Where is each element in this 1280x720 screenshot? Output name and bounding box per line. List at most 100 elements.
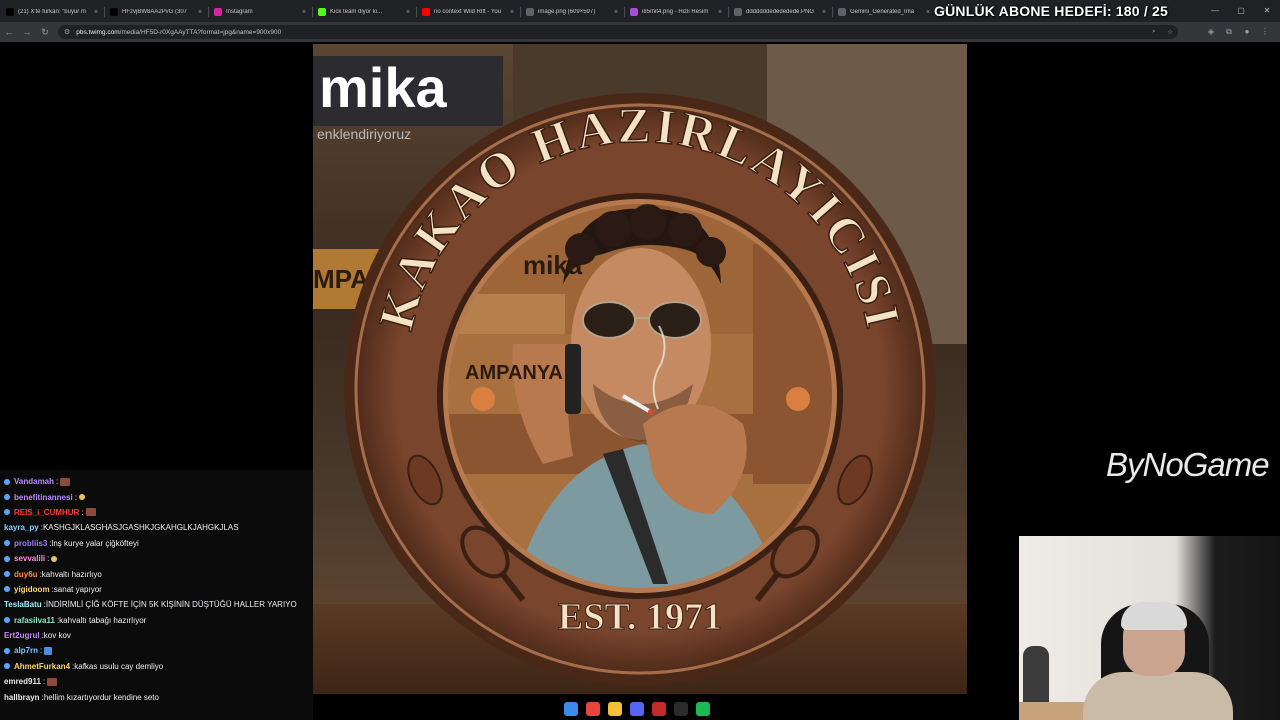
chrome-icon[interactable] (586, 702, 600, 716)
chat-username[interactable]: rafasilva11 (14, 616, 55, 625)
kick-icon (318, 8, 326, 16)
subscriber-badge-icon (4, 617, 10, 624)
site-info-icon[interactable]: ⚙ (64, 28, 70, 36)
orange-icon (471, 387, 495, 411)
browser-tab[interactable]: image.png (609×597) × (520, 2, 624, 22)
emblem-badge: AMPANYA mika KAKAO HAZIRLAYICISI EST. 19… (344, 93, 936, 685)
chat-text: KASHGJKLASGHASJGASHKJGKAHGLKJAHGKJLAS (42, 523, 239, 533)
chat-emote-icon (44, 646, 53, 655)
chat-message: alp7rn : (0, 643, 313, 658)
forward-icon[interactable]: → (18, 27, 36, 37)
close-tab-icon[interactable]: × (196, 9, 204, 16)
browser-tab[interactable]: (21) X'te furkan: "buyur m × (0, 2, 104, 22)
chat-username[interactable]: probliis3 (14, 539, 47, 548)
chat-username[interactable]: Vandamah (14, 477, 54, 486)
streamer-hair (1121, 602, 1187, 630)
youtube-icon (422, 8, 430, 16)
chat-text: kahvaltı tabağı hazırlıyor (59, 615, 147, 625)
chat-message: kayra_py : KASHGJKLASGHASJGASHKJGKAHGLKJ… (4, 523, 239, 533)
browser-tab-title: i85mit4.png - Hizli Resim (642, 9, 709, 15)
close-tab-icon[interactable]: × (924, 9, 932, 16)
close-tab-icon[interactable]: × (92, 9, 100, 16)
maximize-icon[interactable]: ▢ (1228, 0, 1254, 22)
x-app-icon[interactable] (652, 702, 666, 716)
chat-message: sevvalili : (0, 551, 313, 566)
chat-username[interactable]: REIS_i_CUMHUR (14, 508, 79, 517)
discord-icon[interactable] (630, 702, 644, 716)
close-tab-icon[interactable]: × (404, 9, 412, 16)
chat-message: benefitinannesi : (0, 489, 313, 504)
back-icon[interactable]: ← (0, 27, 18, 37)
close-tab-icon[interactable]: × (612, 9, 620, 16)
subscriber-goal: GÜNLÜK ABONE HEDEFİ: 180 / 25 (934, 3, 1168, 19)
chat-username[interactable]: duy6u (14, 570, 38, 579)
close-window-icon[interactable]: ✕ (1254, 0, 1280, 22)
obs-icon[interactable] (674, 702, 688, 716)
address-bar[interactable]: ⚙ pbs.twimg.com /media/HF5D-r0XgAAyTTA?f… (58, 25, 1178, 39)
browser-tab-title: Instagram (226, 9, 253, 15)
chat-username[interactable]: benefitinannesi (14, 493, 73, 502)
reload-icon[interactable]: ↻ (36, 27, 54, 38)
extension-icon[interactable]: ◈ (1202, 27, 1220, 37)
close-tab-icon[interactable]: × (508, 9, 516, 16)
browser-tab[interactable]: Kick team diyor ki... × (312, 2, 416, 22)
zoom-icon[interactable]: ⌕ (1146, 28, 1162, 36)
chat-username[interactable]: sevvalili (14, 554, 45, 563)
chat-text: hellim kızartıyordur kendine seto (43, 692, 159, 702)
chat-username[interactable]: yigidoom (14, 585, 50, 594)
subscriber-badge-icon (4, 586, 10, 593)
chat-username[interactable]: AhmetFurkan4 (14, 662, 70, 671)
globe-icon (838, 8, 846, 16)
extensions-puzzle-icon[interactable]: ⧉ (1220, 27, 1238, 37)
subscriber-badge-icon (4, 571, 10, 578)
chat-message: TeslaBatu : İNDİRİMLİ ÇİĞ KÖFTE İÇİN 5K … (4, 600, 297, 610)
subscriber-badge-icon (4, 478, 10, 485)
windows-start-icon[interactable] (564, 702, 578, 716)
sunglasses-right (648, 301, 702, 339)
chat-username[interactable]: Ert2ugrul (4, 631, 40, 640)
profile-icon[interactable]: ● (1238, 27, 1256, 37)
bookmark-star-icon[interactable]: ☆ (1162, 28, 1178, 36)
globe-icon (526, 8, 534, 16)
eagle-statue (1023, 646, 1049, 706)
sunglasses-left (582, 301, 636, 339)
browser-tab[interactable]: Instagram × (208, 2, 312, 22)
close-tab-icon[interactable]: × (820, 9, 828, 16)
chat-text: kov kov (43, 631, 71, 641)
close-tab-icon[interactable]: × (300, 9, 308, 16)
chat-text: sanat yapıyor (53, 584, 102, 594)
x-icon (110, 8, 118, 16)
inner-mika-text: mika (523, 250, 583, 280)
globe-icon (734, 8, 742, 16)
url-path: /media/HF5D-r0XgAAyTTA?format=jpg&name=9… (119, 28, 282, 36)
browser-tab[interactable]: dddddddedededede.PNG × (728, 2, 832, 22)
browser-tab[interactable]: Gemini_Generated_Ima × (832, 2, 936, 22)
chat-username[interactable]: TeslaBatu (4, 600, 42, 609)
chat-username[interactable]: alp7rn (14, 646, 38, 655)
browser-tab[interactable]: i85mit4.png - Hizli Resim × (624, 2, 728, 22)
browser-tab-title: no context Wild Rift - You (434, 9, 502, 15)
chat-text: lnş kurye yalar çiğköfteyi (51, 538, 139, 548)
file-explorer-icon[interactable] (608, 702, 622, 716)
chat-username[interactable]: kayra_py (4, 523, 39, 532)
browser-tab-title: Gemini_Generated_Ima (850, 9, 915, 15)
close-tab-icon[interactable]: × (716, 9, 724, 16)
browser-tab-title: dddddddedededede.PNG (746, 9, 815, 15)
chat-message: yigidoom : sanat yapıyor (0, 582, 313, 597)
spotify-icon[interactable] (696, 702, 710, 716)
chat-message: AhmetFurkan4 : kafkas usulu cay demliyo (0, 659, 313, 674)
chat-message: rafasilva11 : kahvaltı tabağı hazırlıyor (0, 613, 313, 628)
menu-icon[interactable]: ⋮ (1256, 27, 1274, 37)
brand-logo: ByNoGame (1106, 446, 1270, 483)
chat-username[interactable]: hallbrayn (4, 693, 40, 702)
subscriber-badge-icon (4, 647, 10, 654)
chat-username[interactable]: emred911 (4, 677, 41, 686)
displayed-image: mika enklendiriyoruz MPA AMPANYA mika KA… (313, 44, 967, 694)
browser-tab[interactable]: HFzvjBW8AA2PvG (307 × (104, 2, 208, 22)
browser-toolbar: ← → ↻ ⚙ pbs.twimg.com /media/HF5D-r0XgAA… (0, 22, 1280, 42)
minimize-icon[interactable]: — (1202, 0, 1228, 22)
subscriber-badge-icon (4, 555, 10, 562)
screen: (21) X'te furkan: "buyur m × HFzvjBW8AA2Pv… (0, 0, 1280, 720)
browser-tab[interactable]: no context Wild Rift - You × (416, 2, 520, 22)
url-host: pbs.twimg.com (76, 28, 120, 36)
